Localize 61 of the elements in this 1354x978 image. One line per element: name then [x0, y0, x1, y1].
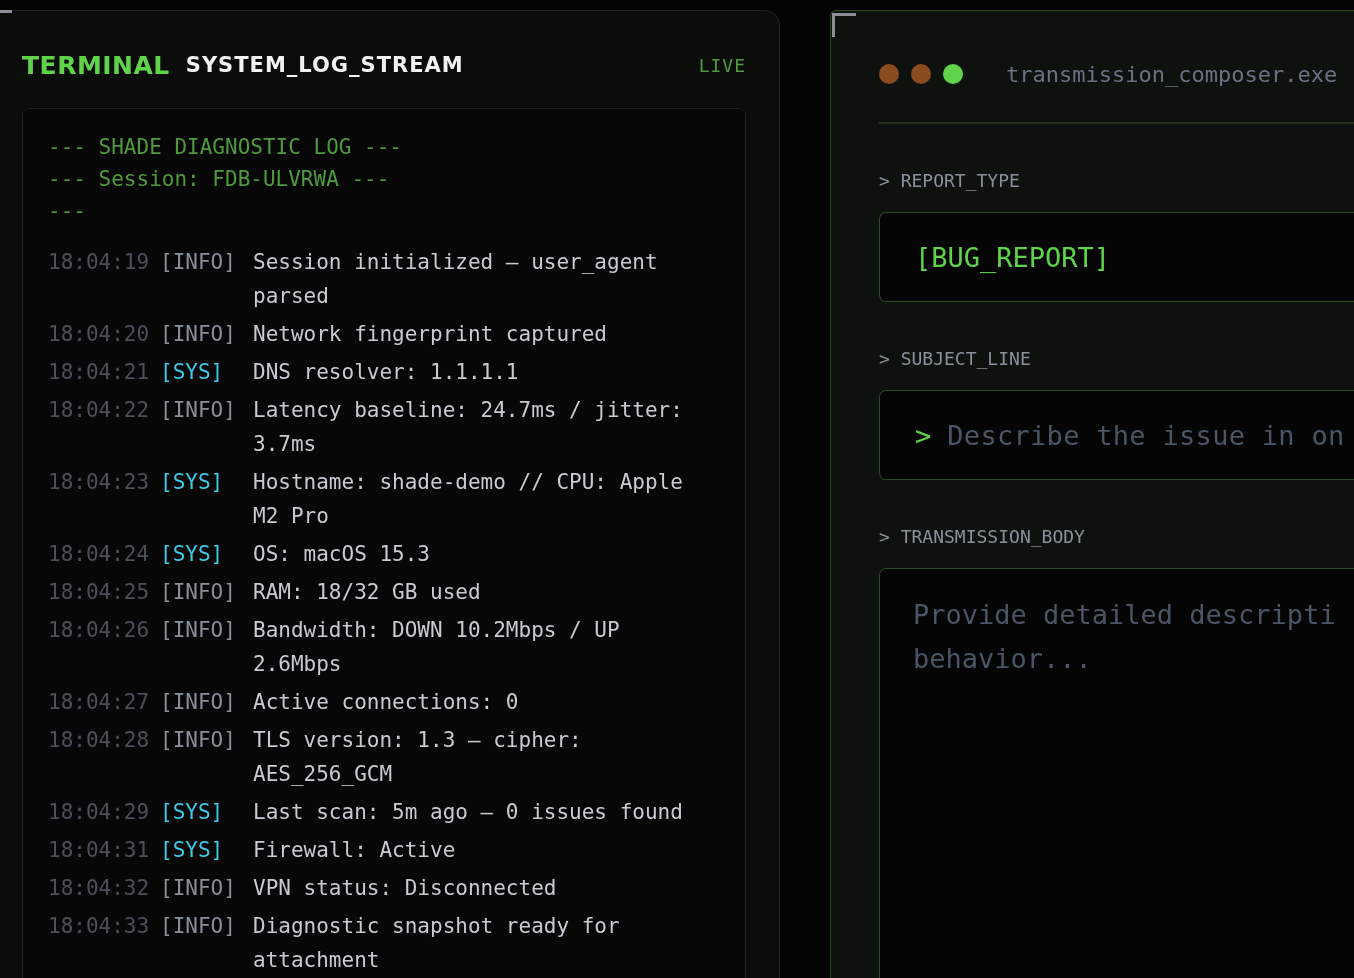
log-time: 18:04:20: [48, 321, 151, 348]
log-time: 18:04:27: [48, 689, 151, 716]
log-message: Bandwidth: DOWN 10.2Mbps / UP 2.6Mbps: [253, 617, 621, 678]
log-time: 18:04:22: [48, 397, 151, 424]
log-level: [INFO]: [160, 249, 237, 276]
log-banner-line: --- Session: FDB-ULVRWA ---: [48, 166, 391, 193]
subject-input[interactable]: Describe the issue in on: [947, 419, 1354, 451]
log-message: Diagnostic snapshot ready for attachment: [253, 913, 621, 974]
log-time: 18:04:26: [48, 617, 151, 644]
log-level: [SYS]: [160, 799, 225, 826]
log-level: [INFO]: [160, 727, 237, 754]
log-message: Last scan: 5m ago — 0 issues found: [253, 799, 684, 826]
window-dot-icon[interactable]: [879, 64, 899, 84]
log-message: Session initialized — user_agent parsed: [253, 249, 659, 310]
report-type-select[interactable]: [BUG_REPORT]: [879, 212, 1354, 302]
terminal-title: TERMINAL: [22, 50, 170, 80]
log-message: Hostname: shade-demo // CPU: Apple M2 Pro: [253, 469, 684, 530]
terminal-subtitle: SYSTEM_LOG_STREAM: [185, 53, 464, 77]
field-label: > SUBJECT_LINE: [879, 347, 1032, 371]
log-time: 18:04:21: [48, 359, 151, 386]
log-banner-line: ---: [48, 198, 87, 225]
window-dot-icon[interactable]: [943, 64, 963, 84]
log-message: RAM: 18/32 GB used: [253, 579, 482, 606]
window-title: transmission_composer.exe: [1006, 61, 1338, 87]
log-message: TLS version: 1.3 — cipher: AES_256_GCM: [253, 727, 583, 788]
log-time: 18:04:29: [48, 799, 151, 826]
log-level: [INFO]: [160, 397, 237, 424]
log-time: 18:04:31: [48, 837, 151, 864]
log-time: 18:04:19: [48, 249, 151, 276]
log-level: [INFO]: [160, 689, 237, 716]
log-time: 18:04:24: [48, 541, 151, 568]
live-status: LIVE: [698, 54, 746, 76]
log-level: [INFO]: [160, 875, 237, 902]
log-message: Active connections: 0: [253, 689, 520, 716]
corner-bracket-icon: [832, 13, 856, 37]
log-level: [INFO]: [160, 617, 237, 644]
log-time: 18:04:23: [48, 469, 151, 496]
log-time: 18:04:33: [48, 913, 151, 940]
log-level: [SYS]: [160, 837, 225, 864]
log-message: Latency baseline: 24.7ms / jitter: 3.7ms: [253, 397, 684, 458]
field-label: > REPORT_TYPE: [879, 169, 1021, 193]
log-message: OS: macOS 15.3: [253, 541, 431, 568]
log-message: Network fingerprint captured: [253, 321, 608, 348]
log-message: VPN status: Disconnected: [253, 875, 558, 902]
log-time: 18:04:25: [48, 579, 151, 606]
log-level: [SYS]: [160, 541, 225, 568]
log-level: [INFO]: [160, 579, 237, 606]
log-time: 18:04:28: [48, 727, 151, 754]
field-label: > TRANSMISSION_BODY: [879, 525, 1086, 549]
window-dot-icon[interactable]: [911, 64, 931, 84]
subject-field[interactable]: > Describe the issue in on: [879, 390, 1354, 480]
log-level: [SYS]: [160, 359, 225, 386]
log-banner-line: --- SHADE DIAGNOSTIC LOG ---: [48, 134, 403, 161]
log-time: 18:04:32: [48, 875, 151, 902]
log-message: DNS resolver: 1.1.1.1: [253, 359, 520, 386]
log-level: [INFO]: [160, 913, 237, 940]
log-level: [INFO]: [160, 321, 237, 348]
log-level: [SYS]: [160, 469, 225, 496]
corner-mark: [0, 10, 12, 13]
prompt-icon: >: [915, 419, 932, 451]
log-message: Firewall: Active: [253, 837, 457, 864]
